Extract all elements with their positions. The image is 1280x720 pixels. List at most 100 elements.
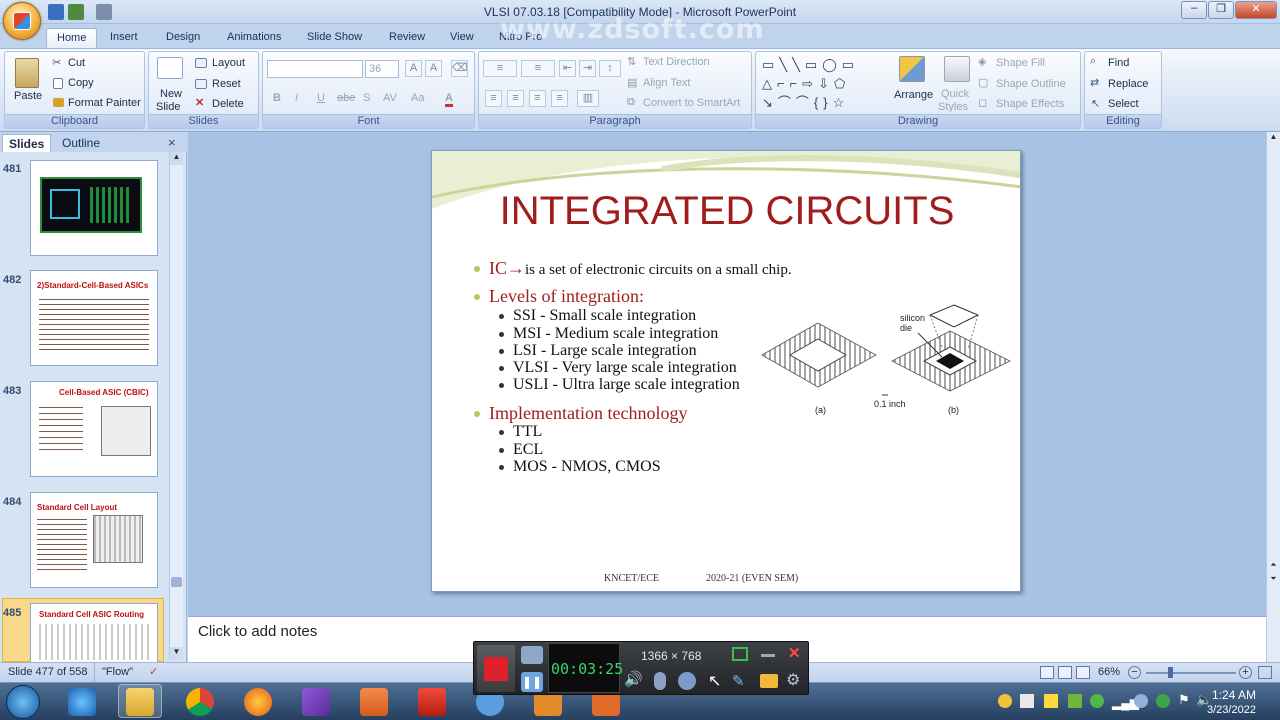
align-text-button[interactable]: Align Text: [643, 77, 691, 89]
normal-view-icon[interactable]: [1040, 666, 1054, 679]
speaker-icon[interactable]: 🔊: [624, 670, 643, 688]
text-direction-button[interactable]: Text Direction: [643, 56, 710, 68]
new-slide-icon[interactable]: [157, 57, 183, 79]
slide-thumbnail-485[interactable]: Standard Cell ASIC Routing: [30, 603, 158, 662]
settings-icon[interactable]: ⚙: [786, 670, 800, 690]
flag-icon[interactable]: ⚑: [1178, 692, 1190, 708]
canvas-scrollbar[interactable]: ▲ ⏶ ⏷: [1266, 132, 1280, 662]
quick-styles-label-1[interactable]: Quick: [941, 88, 969, 100]
change-case-button[interactable]: Aa: [411, 92, 424, 104]
scroll-up-icon[interactable]: ▲: [170, 152, 183, 165]
decrease-indent-icon[interactable]: ⇤: [559, 60, 576, 77]
tray-icon[interactable]: [1044, 694, 1058, 708]
font-size-field[interactable]: 36: [365, 60, 399, 78]
webcam-icon[interactable]: [678, 672, 696, 690]
zoom-out-icon[interactable]: −: [1128, 666, 1141, 679]
zoom-slider-thumb[interactable]: [1168, 667, 1173, 678]
delete-button[interactable]: Delete: [212, 98, 244, 110]
bullets-icon[interactable]: ≡: [483, 60, 517, 77]
region-icon[interactable]: [732, 647, 748, 661]
pen-icon[interactable]: ✎: [732, 672, 745, 690]
zoom-slider[interactable]: [1146, 672, 1236, 674]
shrink-font-icon[interactable]: A: [425, 60, 442, 77]
tray-icon[interactable]: [998, 694, 1012, 708]
tray-icon[interactable]: [1068, 694, 1082, 708]
maximize-button[interactable]: ❐: [1208, 1, 1234, 19]
fit-to-window-icon[interactable]: [1258, 666, 1272, 679]
minimize-button[interactable]: –: [1181, 1, 1207, 19]
minimize-recorder-icon[interactable]: [761, 654, 775, 657]
redo-icon[interactable]: [96, 4, 112, 20]
slide-sorter-icon[interactable]: [1058, 666, 1072, 679]
numbering-icon[interactable]: ≡: [521, 60, 555, 77]
undo-icon[interactable]: [68, 4, 84, 20]
cut-button[interactable]: Cut: [68, 57, 85, 69]
tray-icon[interactable]: [1090, 694, 1104, 708]
record-button[interactable]: [477, 645, 515, 692]
shape-effects-button[interactable]: Shape Effects: [996, 98, 1064, 110]
close-pane-icon[interactable]: ×: [168, 135, 176, 150]
acrobat-reader-icon[interactable]: [418, 688, 446, 716]
quick-styles-label-2[interactable]: Styles: [938, 101, 968, 113]
bold-button[interactable]: B: [273, 92, 281, 104]
tray-icon[interactable]: [1020, 694, 1034, 708]
columns-icon[interactable]: ▥: [577, 90, 599, 107]
cursor-icon[interactable]: ↖: [708, 671, 721, 691]
notes-placeholder[interactable]: Click to add notes: [198, 623, 317, 640]
tab-animations[interactable]: Animations: [217, 28, 291, 48]
font-color-button[interactable]: A: [445, 92, 453, 107]
tab-design[interactable]: Design: [156, 28, 210, 48]
align-left-icon[interactable]: ≡: [485, 90, 502, 107]
slide-thumbnail-483[interactable]: Cell-Based ASIC (CBIC): [30, 381, 158, 477]
shape-outline-button[interactable]: Shape Outline: [996, 78, 1066, 90]
layout-button[interactable]: Layout: [212, 57, 245, 69]
camera-icon[interactable]: [521, 646, 543, 664]
tab-review[interactable]: Review: [379, 28, 435, 48]
select-button[interactable]: Select: [1108, 98, 1139, 110]
underline-button[interactable]: U: [317, 92, 325, 104]
tab-slide-show[interactable]: Slide Show: [297, 28, 372, 48]
prev-slide-icon[interactable]: ⏶: [1267, 560, 1280, 573]
folder-icon[interactable]: [760, 674, 778, 688]
tab-home[interactable]: Home: [46, 28, 98, 48]
firefox-icon[interactable]: [244, 688, 272, 716]
grow-font-icon[interactable]: A: [405, 60, 422, 77]
shadow-button[interactable]: S: [363, 92, 370, 104]
clock-date[interactable]: 3/23/2022: [1207, 704, 1256, 716]
close-button[interactable]: ✕: [1235, 1, 1277, 19]
increase-indent-icon[interactable]: ⇥: [579, 60, 596, 77]
next-slide-icon[interactable]: ⏷: [1267, 574, 1280, 587]
scroll-down-icon[interactable]: ▼: [170, 647, 183, 660]
find-button[interactable]: Find: [1108, 57, 1129, 69]
line-spacing-icon[interactable]: ↕: [599, 60, 621, 77]
tab-insert[interactable]: Insert: [100, 28, 148, 48]
quick-styles-icon[interactable]: [944, 56, 970, 82]
italic-button[interactable]: I: [295, 92, 298, 104]
format-painter-button[interactable]: Format Painter: [68, 97, 141, 109]
microphone-icon[interactable]: [654, 672, 666, 690]
close-recorder-icon[interactable]: ✕: [788, 644, 801, 662]
visual-studio-icon[interactable]: [302, 688, 330, 716]
scroll-up-icon[interactable]: ▲: [1267, 132, 1280, 145]
start-button[interactable]: [6, 685, 40, 719]
tab-outline[interactable]: Outline: [56, 134, 106, 152]
replace-button[interactable]: Replace: [1108, 78, 1148, 90]
arrange-icon[interactable]: [899, 56, 925, 82]
office-button[interactable]: [3, 2, 41, 40]
align-right-icon[interactable]: ≡: [529, 90, 546, 107]
justify-icon[interactable]: ≡: [551, 90, 568, 107]
clock-time[interactable]: 1:24 AM: [1212, 688, 1256, 702]
slide[interactable]: INTEGRATED CIRCUITS IC→is a set of elect…: [431, 150, 1021, 592]
copy-button[interactable]: Copy: [68, 77, 94, 89]
tab-slides[interactable]: Slides: [2, 134, 52, 152]
paste-button[interactable]: Paste: [14, 90, 42, 102]
tray-icon[interactable]: [1156, 694, 1170, 708]
slide-show-icon[interactable]: [1076, 666, 1090, 679]
zoom-in-icon[interactable]: +: [1239, 666, 1252, 679]
zoom-level[interactable]: 66%: [1098, 666, 1120, 678]
slides-pane-scrollbar[interactable]: ▲ ▼: [169, 152, 183, 660]
chrome-icon[interactable]: [186, 688, 214, 716]
scroll-thumb[interactable]: [171, 577, 182, 587]
font-name-field[interactable]: [267, 60, 363, 78]
spell-check-icon[interactable]: ✓: [149, 665, 158, 678]
